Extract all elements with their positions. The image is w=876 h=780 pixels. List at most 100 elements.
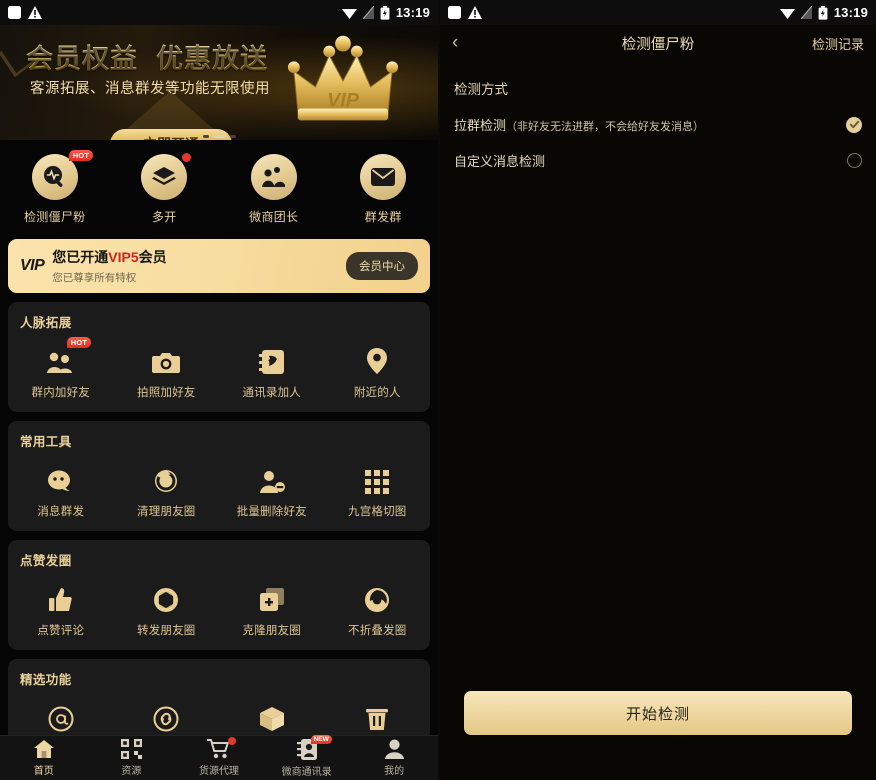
feature-grid-cut-image[interactable]: 九宫格切图 — [325, 454, 431, 519]
feature-like-comment[interactable]: 点赞评论 — [8, 573, 114, 638]
vip-logo-text: VIP — [20, 257, 45, 274]
remove-friend-icon — [258, 464, 286, 494]
status-bar-left — [8, 6, 42, 19]
aperture-icon — [153, 583, 179, 613]
section-grid: 点赞评论 转发朋友圈 克隆朋友圈 不折叠发圈 — [8, 573, 430, 638]
vip-card-subtitle: 您已尊享所有特权 — [52, 272, 137, 284]
member-center-button[interactable]: 会员中心 — [346, 252, 418, 280]
radio-selected-icon[interactable] — [846, 116, 862, 133]
envelope-icon — [360, 154, 407, 200]
feature-clone-moments[interactable]: 克隆朋友圈 — [219, 573, 325, 638]
page-title: 检测僵尸粉 — [621, 36, 695, 53]
quick-action-label: 检测僵尸粉 — [23, 210, 86, 224]
vip-card-text: 您已开通VIP5会员 您已尊享所有特权 — [52, 247, 166, 285]
banner-dot-active — [212, 135, 226, 138]
vip-title-suffix: 会员 — [138, 249, 167, 265]
vip-card-title: 您已开通VIP5会员 — [52, 247, 166, 267]
signal-icon — [362, 6, 374, 19]
status-bar-clock: 13:19 — [395, 5, 430, 20]
feature-label: 附近的人 — [353, 387, 401, 399]
feature-label: 点赞评论 — [37, 625, 85, 637]
vip-title-prefix: 您已开通 — [52, 249, 109, 265]
feature-label: 转发朋友圈 — [137, 625, 196, 637]
feature-nearby-people[interactable]: 附近的人 — [325, 335, 431, 400]
wifi-icon — [341, 8, 357, 19]
feature-label: 不折叠发圈 — [348, 625, 407, 637]
radio-unselected-icon[interactable] — [847, 153, 862, 168]
check-icon — [849, 120, 859, 129]
status-bar-right: 13:19 — [779, 5, 868, 20]
quick-action-multi-open[interactable]: 多开 — [110, 153, 220, 225]
tab-wechat-contacts[interactable]: 微商通讯录 NEW — [263, 734, 351, 778]
section-grid: 消息群发 清理朋友圈 批量删除好友 九宫格切图 — [8, 454, 430, 519]
feature-batch-delete-friend[interactable]: 批量删除好友 — [219, 454, 325, 519]
feature-clean-moments[interactable]: 清理朋友圈 — [114, 454, 220, 519]
quick-action-label: 群发群 — [364, 210, 402, 224]
warning-triangle-icon — [468, 6, 482, 19]
feature-label: 消息群发 — [37, 506, 85, 518]
home-icon — [33, 740, 54, 758]
right-phone-screen: 13:19 ‹ 检测僵尸粉 检测记录 检测方式 拉群检测（非好友无法进群，不会给… — [440, 0, 876, 780]
tab-home[interactable]: 首页 — [0, 739, 88, 777]
new-badge: NEW — [310, 734, 332, 744]
banner-title: 会员权益 优惠放送 — [26, 37, 268, 76]
quick-action-team-leader[interactable]: 微商团长 — [219, 154, 329, 225]
feature-label: 群内加好友 — [31, 387, 90, 399]
status-bar-left — [448, 6, 482, 19]
option-label: 自定义消息检测 — [454, 154, 546, 169]
left-phone-screen: 13:19 会员权益 优惠放送 客源拓展、消息群发等功能无限使用 立即开通 — [0, 0, 438, 780]
aperture-dark-icon — [364, 583, 390, 613]
section-title: 常用工具 — [20, 435, 72, 449]
detection-records-button[interactable]: 检测记录 — [812, 34, 864, 53]
banner-page-indicator[interactable] — [0, 135, 438, 138]
feature-photo-add-friend[interactable]: 拍照加好友 — [114, 335, 220, 400]
dual-screenshot: 13:19 会员权益 优惠放送 客源拓展、消息群发等功能无限使用 立即开通 — [0, 0, 876, 780]
tab-label: 资源 — [121, 766, 142, 777]
camera-icon — [152, 345, 181, 375]
notification-dot — [182, 153, 192, 162]
feature-label: 九宫格切图 — [348, 506, 407, 518]
section-title: 点赞发圈 — [20, 554, 72, 568]
option-text: 自定义消息检测 — [454, 151, 545, 170]
promo-banner[interactable]: 会员权益 优惠放送 客源拓展、消息群发等功能无限使用 立即开通 VIP — [0, 25, 438, 140]
back-arrow-icon[interactable]: ‹ — [452, 32, 474, 54]
tab-resources[interactable]: 资源 — [88, 739, 176, 777]
app-square-icon — [448, 6, 461, 19]
people-group-icon — [250, 154, 297, 200]
app-bar: ‹ 检测僵尸粉 检测记录 — [440, 25, 876, 61]
banner-dot — [202, 135, 209, 138]
banner-dot — [229, 135, 236, 138]
hot-badge: HOT — [66, 337, 92, 349]
quick-action-detect-zombie[interactable]: 检测僵尸粉 HOT — [0, 150, 110, 225]
option-note: （非好友无法进群，不会给好友发消息） — [506, 121, 705, 133]
warning-triangle-icon — [28, 6, 42, 19]
feature-unfolded-moments[interactable]: 不折叠发圈 — [325, 573, 431, 638]
user-icon — [384, 739, 404, 759]
add-friend-icon — [46, 345, 76, 375]
quick-action-label: 多开 — [151, 210, 177, 224]
feature-contacts-add[interactable]: 通讯录加人 — [219, 335, 325, 400]
feature-forward-moments[interactable]: 转发朋友圈 — [114, 573, 220, 638]
feature-group-add-friend[interactable]: 群内加好友 HOT — [8, 335, 114, 400]
cart-icon — [207, 739, 230, 759]
feature-mass-message[interactable]: 消息群发 — [8, 454, 114, 519]
vip-title-level: VIP5 — [108, 249, 139, 265]
vip-status-card[interactable]: VIP 您已开通VIP5会员 您已尊享所有特权 会员中心 — [8, 239, 430, 293]
tab-supply-agent[interactable]: 货源代理 — [175, 737, 263, 777]
wifi-icon — [779, 8, 795, 19]
tab-label: 微商通讯录 — [281, 766, 332, 778]
detection-method-label: 检测方式 — [454, 82, 508, 97]
feature-label: 拍照加好友 — [137, 387, 196, 399]
option-group-detection[interactable]: 拉群检测（非好友无法进群，不会给好友发消息） — [440, 98, 876, 134]
status-bar-right: 13:19 — [341, 5, 430, 20]
quick-action-group-broadcast[interactable]: 群发群 — [329, 154, 439, 225]
at-sign-icon — [48, 702, 74, 732]
location-pin-icon — [366, 345, 388, 375]
start-detection-button[interactable]: 开始检测 — [464, 691, 852, 735]
option-custom-message-detection[interactable]: 自定义消息检测 — [440, 134, 876, 170]
tab-mine[interactable]: 我的 — [350, 739, 438, 777]
feature-label: 批量删除好友 — [236, 506, 307, 518]
banner-subtitle: 客源拓展、消息群发等功能无限使用 — [30, 81, 270, 97]
signal-icon — [800, 6, 812, 19]
feature-label: 克隆朋友圈 — [242, 625, 301, 637]
